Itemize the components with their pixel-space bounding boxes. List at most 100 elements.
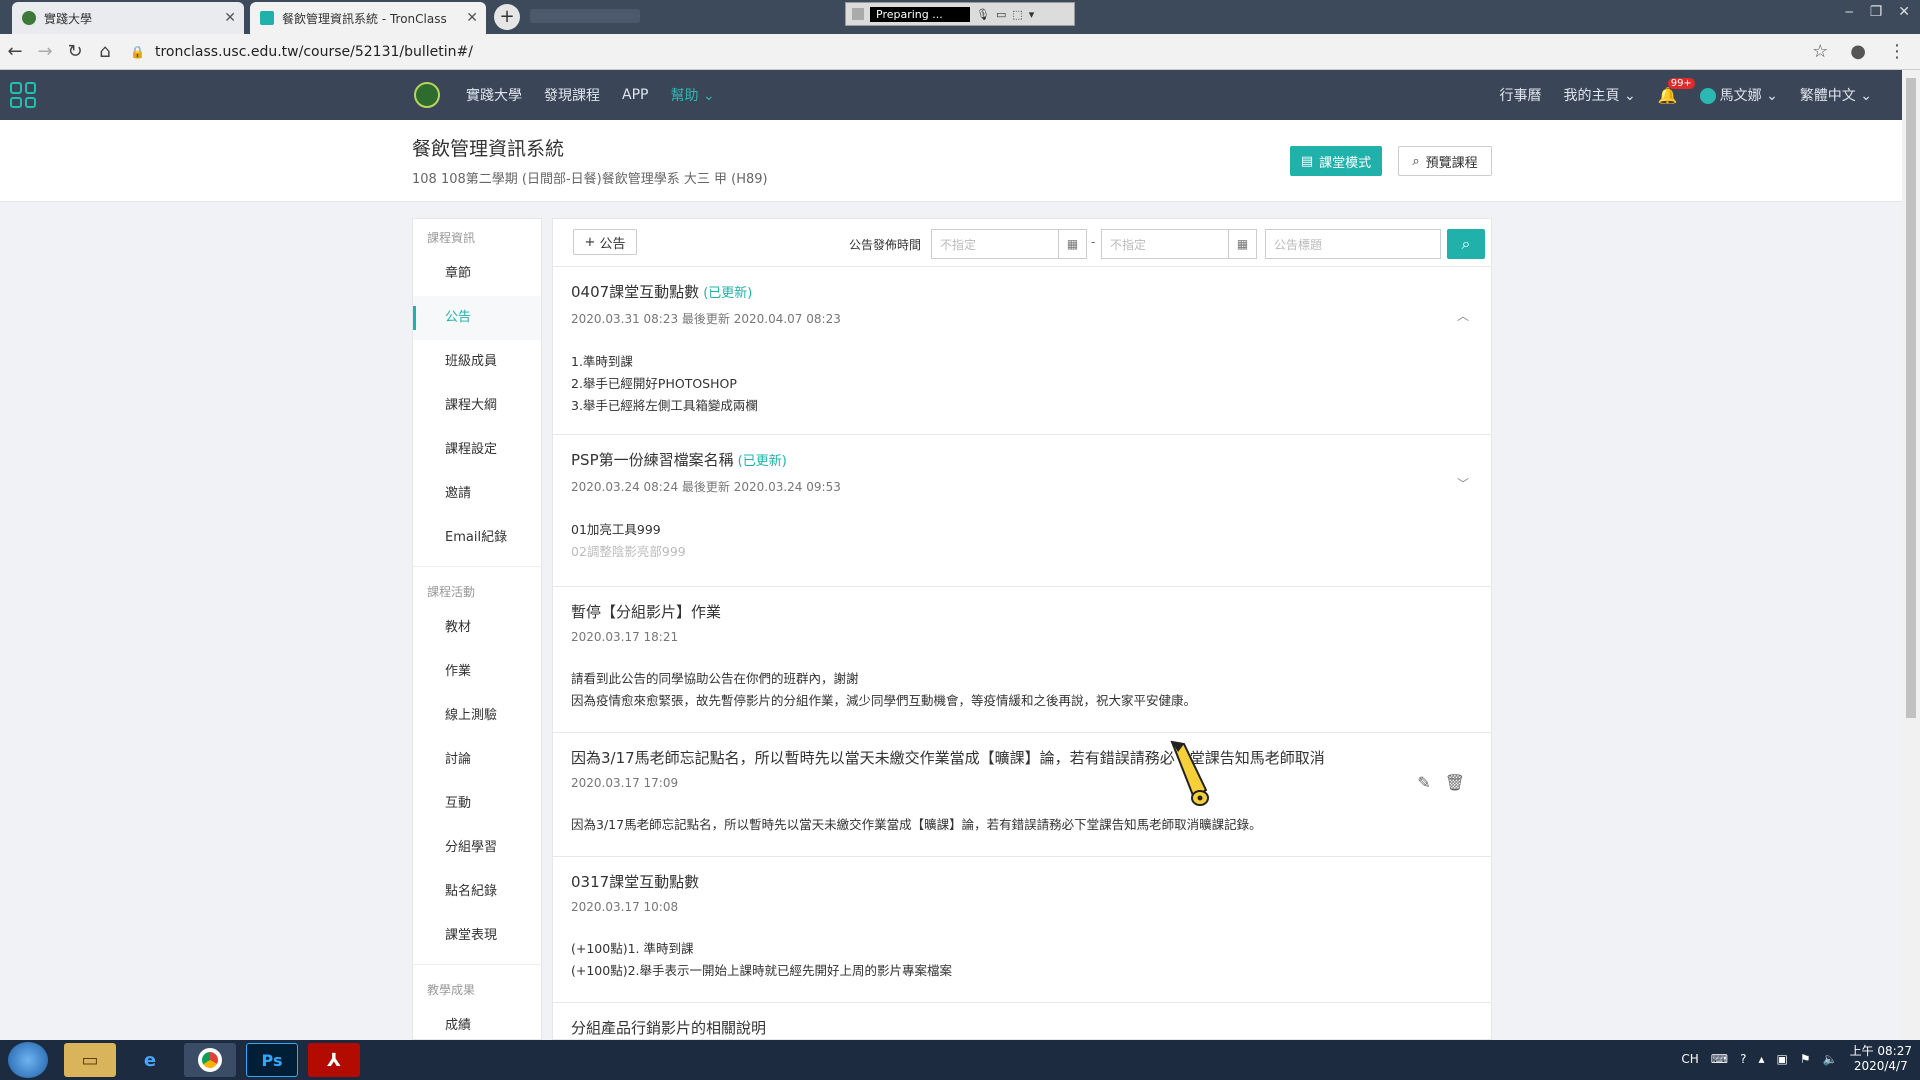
new-tab-button[interactable]: + — [494, 4, 520, 30]
calendar-icon[interactable]: ▦ — [1228, 230, 1256, 258]
nav-my-home[interactable]: 我的主頁 ⌄ — [1564, 85, 1636, 105]
acrobat-icon[interactable]: ⅄ — [308, 1043, 360, 1077]
bulletin-title[interactable]: 0317課堂互動點數 — [571, 871, 1473, 892]
nav-calendar[interactable]: 行事曆 — [1500, 85, 1542, 105]
maximize-icon[interactable]: ❐ — [1870, 4, 1883, 20]
photoshop-icon[interactable]: Ps — [246, 1043, 298, 1077]
sidebar-item-invite[interactable]: 邀請 — [413, 472, 541, 516]
course-header: 餐飲管理資訊系統 108 108第二學期 (日間部-日餐)餐飲管理學系 大三 甲… — [0, 120, 1902, 202]
bulletin-item[interactable]: 0317課堂互動點數 2020.03.17 10:08 (+100點)1. 準時… — [553, 857, 1491, 1003]
sidebar-item-syllabus[interactable]: 課程大綱 — [413, 384, 541, 428]
sidebar-item-chapters[interactable]: 章節 — [413, 252, 541, 296]
close-tab-icon[interactable]: ✕ — [224, 10, 236, 26]
nav-help[interactable]: 幫助 ⌄ — [670, 85, 714, 105]
bulletin-toolbar: + 公告 公告發佈時間 不指定 ▦ - 不指定 ▦ 公告標題 ⌕ — [553, 219, 1491, 267]
nav-discover[interactable]: 發現課程 — [544, 85, 600, 105]
sidebar-item-materials[interactable]: 教材 — [413, 606, 541, 650]
menu-icon[interactable]: ⋮ — [1888, 41, 1906, 62]
pencil-cursor-icon — [1170, 740, 1209, 806]
profile-icon[interactable]: ● — [1850, 41, 1866, 62]
bulletin-title[interactable]: 分組產品行銷影片的相關說明 — [571, 1017, 1473, 1038]
sidebar-item-bulletin[interactable]: 公告 — [413, 296, 541, 340]
sidebar-item-attendance[interactable]: 點名紀錄 — [413, 870, 541, 914]
sidebar-item-performance[interactable]: 課堂表現 — [413, 914, 541, 958]
range-dash: - — [1091, 235, 1096, 249]
volume-icon[interactable]: 🔈 — [1823, 1052, 1838, 1066]
bulletin-title[interactable]: 暫停【分組影片】作業 — [571, 601, 1473, 622]
apps-grid-icon[interactable] — [10, 82, 36, 108]
input-lang[interactable]: CH — [1681, 1052, 1698, 1066]
dropdown-icon[interactable]: ▾ — [1029, 8, 1035, 21]
system-tray: CH ⌨ ? ▴ ▣ ⚑ 🔈 上午 08:27 2020/4/7 — [1681, 1044, 1912, 1074]
start-button[interactable] — [8, 1042, 48, 1078]
sidebar-item-email-log[interactable]: Email紀錄 — [413, 516, 541, 560]
sidebar-section-title: 課程活動 — [427, 585, 476, 599]
file-explorer-icon[interactable]: ▭ — [64, 1043, 116, 1077]
close-window-icon[interactable]: ✕ — [1898, 4, 1910, 20]
bulletin-title[interactable]: 因為3/17馬老師忘記點名，所以暫時先以當天未繳交作業當成【曠課】論，若有錯誤請… — [571, 747, 1473, 768]
sidebar-item-interaction[interactable]: 互動 — [413, 782, 541, 826]
internet-explorer-icon[interactable]: e — [124, 1043, 176, 1077]
delete-icon[interactable]: 🗑 — [1445, 773, 1465, 792]
sidebar-item-grades[interactable]: 成績 — [413, 1004, 541, 1039]
sidebar-item-members[interactable]: 班級成員 — [413, 340, 541, 384]
keyboard-icon[interactable]: ⌨ — [1711, 1052, 1728, 1066]
bulletin-item[interactable]: 分組產品行銷影片的相關說明 — [553, 1003, 1491, 1039]
bulletin-item[interactable]: 因為3/17馬老師忘記點名，所以暫時先以當天未繳交作業當成【曠課】論，若有錯誤請… — [553, 733, 1491, 857]
bulletin-title[interactable]: 0407課堂互動點數 (已更新) — [571, 281, 1473, 302]
forward-icon[interactable]: → — [30, 41, 60, 62]
course-subtitle: 108 108第二學期 (日間部-日餐)餐飲管理學系 大三 甲 (H89) — [412, 172, 768, 187]
mic-icon[interactable]: 🎙 — [976, 8, 990, 21]
school-logo[interactable] — [414, 82, 440, 108]
search-button[interactable]: ⌕ — [1447, 229, 1485, 259]
sidebar-item-quiz[interactable]: 線上測驗 — [413, 694, 541, 738]
home-icon[interactable]: ⌂ — [90, 41, 120, 62]
flag-icon[interactable]: ⚑ — [1800, 1052, 1811, 1066]
network-icon[interactable]: ▣ — [1777, 1052, 1788, 1066]
chevron-down-icon[interactable]: ﹀ — [1457, 475, 1469, 492]
address-bar: ← → ↻ ⌂ 🔒 tronclass.usc.edu.tw/course/52… — [0, 34, 1920, 70]
bulletin-item[interactable]: 0407課堂互動點數 (已更新) 2020.03.31 08:23 最後更新 20… — [553, 267, 1491, 435]
close-tab-icon[interactable]: ✕ — [466, 10, 478, 26]
header-right: 行事曆 我的主頁 ⌄ 🔔 99+ 馬文娜 ⌄ 繁體中文 ⌄ — [1500, 70, 1872, 120]
sidebar-item-discussion[interactable]: 討論 — [413, 738, 541, 782]
add-bulletin-button[interactable]: + 公告 — [573, 229, 637, 255]
url-field[interactable]: 🔒 tronclass.usc.edu.tw/course/52131/bull… — [130, 44, 473, 60]
usc-favicon-icon — [22, 11, 36, 25]
screen-recorder-widget[interactable]: Preparing ... 🎙 ▭ ⬚ ▾ — [845, 2, 1075, 26]
bulletin-item[interactable]: 暫停【分組影片】作業 2020.03.17 18:21 請看到此公告的同學協助公… — [553, 587, 1491, 733]
sidebar-item-settings[interactable]: 課程設定 — [413, 428, 541, 472]
bulletin-title[interactable]: PSP第一份練習檔案名稱 (已更新) — [571, 449, 1473, 470]
sidebar-item-group-learning[interactable]: 分組學習 — [413, 826, 541, 870]
chevron-up-icon[interactable]: ︿ — [1457, 307, 1469, 324]
browser-tab-usc[interactable]: 實踐大學 ✕ — [12, 2, 244, 34]
chrome-icon[interactable] — [184, 1043, 236, 1077]
tray-expand-icon[interactable]: ▴ — [1759, 1052, 1765, 1066]
date-to-input[interactable]: 不指定 ▦ — [1101, 229, 1257, 259]
reload-icon[interactable]: ↻ — [60, 41, 90, 62]
bulletin-item[interactable]: PSP第一份練習檔案名稱 (已更新) 2020.03.24 08:24 最後更新 … — [553, 435, 1491, 587]
edit-icon[interactable]: ✎ — [1417, 773, 1430, 792]
region-icon[interactable]: ⬚ — [1012, 8, 1022, 21]
sidebar-item-homework[interactable]: 作業 — [413, 650, 541, 694]
help-icon[interactable]: ? — [1740, 1052, 1746, 1066]
bulletin-title-search-input[interactable]: 公告標題 — [1265, 229, 1441, 259]
stop-icon[interactable] — [852, 8, 864, 20]
language-menu[interactable]: 繁體中文 ⌄ — [1800, 85, 1872, 105]
clock[interactable]: 上午 08:27 2020/4/7 — [1850, 1044, 1912, 1074]
camera-icon[interactable]: ▭ — [996, 8, 1006, 21]
nav-usc[interactable]: 實踐大學 — [466, 85, 522, 105]
user-menu[interactable]: 馬文娜 ⌄ — [1699, 85, 1778, 105]
minimize-icon[interactable]: ‒ — [1845, 4, 1854, 20]
browser-tab-tronclass[interactable]: 餐飲管理資訊系統 - TronClass ✕ — [250, 2, 486, 34]
back-icon[interactable]: ← — [0, 41, 30, 62]
preview-course-button[interactable]: ⌕ 預覽課程 — [1398, 146, 1492, 176]
scrollbar-thumb[interactable] — [1906, 78, 1916, 718]
classroom-mode-button[interactable]: ▤ 課堂模式 — [1290, 146, 1382, 176]
date-from-input[interactable]: 不指定 ▦ — [931, 229, 1087, 259]
page-scrollbar[interactable] — [1902, 70, 1920, 1040]
notification-bell-icon[interactable]: 🔔 99+ — [1658, 77, 1695, 105]
bookmark-star-icon[interactable]: ☆ — [1812, 41, 1828, 62]
calendar-icon[interactable]: ▦ — [1058, 230, 1086, 258]
nav-app[interactable]: APP — [622, 87, 648, 103]
